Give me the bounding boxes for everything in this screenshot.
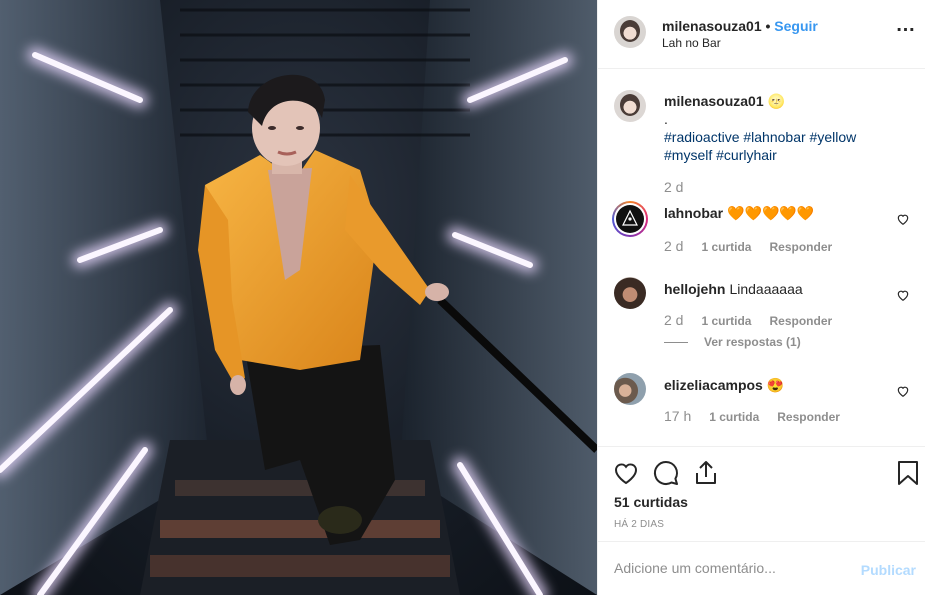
post-header: milenasouza01 • Seguir Lah no Bar … [598,0,925,69]
author-username[interactable]: milenasouza01 [662,18,762,34]
reply-button[interactable]: Responder [769,240,832,254]
comment-like-heart-icon[interactable] [896,212,910,226]
comment-likes[interactable]: 1 curtida [701,314,751,328]
comment-likes[interactable]: 1 curtida [709,410,759,424]
comment-input[interactable] [614,560,854,576]
caption-body: milenasouza01 🌝 . #radioactive #lahnobar … [664,92,904,164]
follow-button[interactable]: Seguir [774,18,818,34]
comment-text: 😍 [766,377,785,393]
post-photo[interactable] [0,0,597,595]
likes-count[interactable]: 51 curtidas [614,494,688,510]
post-timestamp: HÁ 2 DIAS [614,519,665,530]
heart-icon[interactable] [612,459,640,487]
lah-logo-icon [616,205,644,233]
caption-avatar[interactable] [614,90,646,122]
comment-text: 🧡🧡🧡🧡🧡 [727,205,815,221]
more-options-icon[interactable]: … [894,15,918,42]
author-line: milenasouza01 • Seguir [662,18,818,34]
caption-username[interactable]: milenasouza01 [664,93,764,109]
comment-time[interactable]: 17 h [664,408,691,424]
caption-dot: . [664,111,668,127]
reply-button[interactable]: Responder [777,410,840,424]
comment-username[interactable]: elizeliacampos [664,377,763,393]
caption-hashtags-1[interactable]: #radioactive #lahnobar #yellow [664,129,856,145]
view-replies-label: Ver respostas (1) [704,335,801,349]
post-comment-button[interactable]: Publicar [861,562,916,578]
caption-hashtags-2[interactable]: #myself #curlyhair [664,147,777,163]
reply-button[interactable]: Responder [769,314,832,328]
comments-list[interactable]: milenasouza01 🌝 . #radioactive #lahnobar … [598,70,925,446]
caption-emoji: 🌝 [767,93,786,109]
comment-meta: 17 h 1 curtida Responder [664,408,840,424]
comment-body: lahnobar 🧡🧡🧡🧡🧡 [664,204,904,222]
view-replies-button[interactable]: Ver respostas (1) [664,335,801,349]
comment-likes[interactable]: 1 curtida [701,240,751,254]
comment-icon[interactable] [652,459,680,487]
photo-illustration [0,0,597,595]
add-comment-bar: Publicar [598,541,925,595]
caption-time[interactable]: 2 d [664,179,683,195]
comment-time[interactable]: 2 d [664,312,683,328]
stairs [140,440,460,595]
comment-meta: 2 d 1 curtida Responder [664,238,832,254]
comment-meta: 2 d 1 curtida Responder [664,312,832,328]
commenter-avatar[interactable] [612,201,648,237]
post-side-panel: milenasouza01 • Seguir Lah no Bar … mile… [597,0,925,595]
commenter-avatar[interactable] [614,277,646,309]
commenter-avatar[interactable] [614,373,646,405]
post-actions: 51 curtidas HÁ 2 DIAS [598,446,925,542]
replies-divider [664,342,688,344]
comment-like-heart-icon[interactable] [896,384,910,398]
comment-time[interactable]: 2 d [664,238,683,254]
location-link[interactable]: Lah no Bar [662,36,721,50]
comment-text: Lindaaaaaa [729,281,803,297]
caption-meta: 2 d [664,179,701,195]
comment-username[interactable]: hellojehn [664,281,725,297]
share-icon[interactable] [692,459,720,487]
comment-username[interactable]: lahnobar [664,205,723,221]
comment-like-heart-icon[interactable] [896,288,910,302]
author-avatar[interactable] [614,16,646,48]
comment-body: elizeliacampos 😍 [664,376,904,394]
separator-dot: • [765,18,771,34]
comment-body: hellojehn Lindaaaaaa [664,280,904,298]
bookmark-icon[interactable] [894,459,922,487]
